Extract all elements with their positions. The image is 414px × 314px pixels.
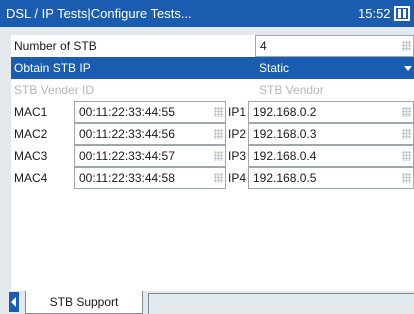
chevron-down-icon[interactable] (404, 66, 412, 71)
mac4-label: MAC4 (14, 171, 48, 185)
obtain-stb-ip-row[interactable]: Obtain STB IP Static (11, 57, 414, 79)
tab-stb-support[interactable]: STB Support (25, 291, 143, 314)
ip4-label: IP4 (228, 171, 247, 185)
stb-vender-id-label: STB Vender ID (14, 83, 95, 97)
mac1-label: MAC1 (14, 105, 48, 119)
stb-row-3: MAC3 00:11:22:33:44:57 IP3 192.168.0.4 (11, 145, 414, 167)
mac3-label: MAC3 (14, 149, 48, 163)
number-of-stb-label: Number of STB (14, 39, 97, 53)
stb-row-4: MAC4 00:11:22:33:44:58 IP4 192.168.0.5 (11, 167, 414, 189)
mac2-field[interactable]: 00:11:22:33:44:56 (74, 123, 226, 145)
ip2-label: IP2 (228, 127, 247, 141)
keypad-grip-icon[interactable] (214, 107, 223, 117)
obtain-stb-ip-value[interactable]: Static (259, 61, 289, 75)
mac2-value: 00:11:22:33:44:56 (79, 127, 175, 141)
stb-vender-id-row: STB Vender ID STB Vendor (11, 79, 414, 101)
window-title: DSL / IP Tests|Configure Tests... (6, 6, 192, 21)
title-bar: DSL / IP Tests|Configure Tests... 15:52 (0, 0, 414, 27)
keypad-grip-icon[interactable] (402, 151, 411, 161)
configure-panel: Number of STB 4 Obtain STB IP Static STB… (11, 35, 414, 291)
obtain-stb-ip-label: Obtain STB IP (14, 61, 91, 75)
ip3-value: 192.168.0.4 (253, 149, 317, 163)
stb-row-2: MAC2 00:11:22:33:44:56 IP2 192.168.0.3 (11, 123, 414, 145)
mac2-label: MAC2 (14, 127, 48, 141)
mac4-field[interactable]: 00:11:22:33:44:58 (74, 167, 226, 189)
keypad-grip-icon[interactable] (214, 173, 223, 183)
mac3-field[interactable]: 00:11:22:33:44:57 (74, 145, 226, 167)
mac4-value: 00:11:22:33:44:58 (79, 171, 175, 185)
keypad-grip-icon[interactable] (402, 107, 411, 117)
mac1-field[interactable]: 00:11:22:33:44:55 (74, 101, 226, 123)
mac3-value: 00:11:22:33:44:57 (79, 149, 175, 163)
scroll-left-icon[interactable] (9, 292, 19, 312)
ip1-value: 192.168.0.2 (253, 105, 317, 119)
keypad-grip-icon[interactable] (402, 129, 411, 139)
ip3-field[interactable]: 192.168.0.4 (248, 145, 414, 167)
ip1-label: IP1 (228, 105, 247, 119)
ip3-label: IP3 (228, 149, 247, 163)
number-of-stb-row: Number of STB 4 (11, 35, 414, 57)
number-of-stb-field[interactable]: 4 (255, 35, 414, 57)
tab-bar-divider (148, 293, 414, 314)
keypad-grip-icon[interactable] (214, 129, 223, 139)
mac1-value: 00:11:22:33:44:55 (79, 105, 175, 119)
ip2-value: 192.168.0.3 (253, 127, 317, 141)
keypad-grip-icon[interactable] (402, 41, 411, 51)
tab-bar: STB Support (0, 291, 414, 314)
number-of-stb-value: 4 (260, 39, 267, 53)
ip4-value: 192.168.0.5 (253, 171, 317, 185)
ip2-field[interactable]: 192.168.0.3 (248, 123, 414, 145)
ip4-field[interactable]: 192.168.0.5 (248, 167, 414, 189)
stb-vendor-placeholder: STB Vendor (259, 83, 324, 97)
ip1-field[interactable]: 192.168.0.2 (248, 101, 414, 123)
battery-icon (394, 6, 410, 21)
keypad-grip-icon[interactable] (214, 151, 223, 161)
stb-row-1: MAC1 00:11:22:33:44:55 IP1 192.168.0.2 (11, 101, 414, 123)
keypad-grip-icon[interactable] (402, 173, 411, 183)
clock: 15:52 (358, 6, 391, 21)
